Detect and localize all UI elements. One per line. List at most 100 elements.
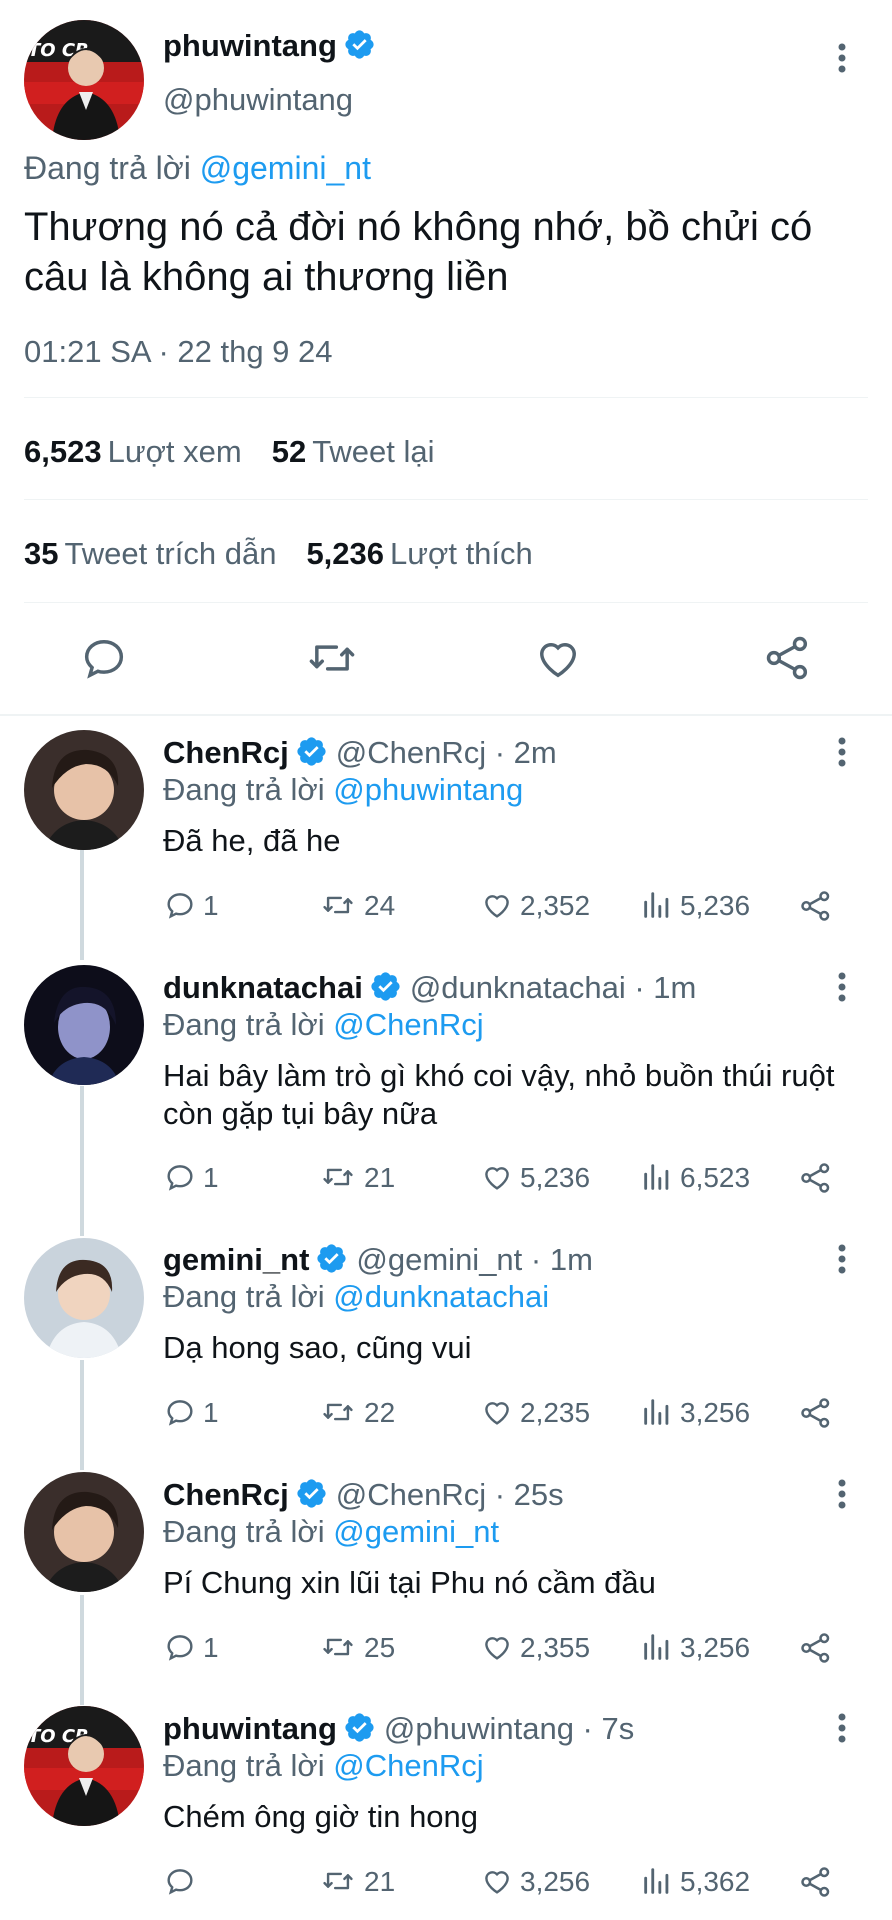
- retweets-stat[interactable]: 52 Tweet lại: [272, 434, 435, 469]
- like-action[interactable]: 5,236: [480, 1160, 590, 1194]
- avatar-dunknatachai[interactable]: [24, 965, 144, 1085]
- reply-count: 1: [203, 890, 219, 921]
- thread-line: [80, 1360, 84, 1470]
- views-action[interactable]: 5,236: [640, 888, 750, 922]
- reply-author-handle[interactable]: @ChenRcj · 2m: [336, 735, 557, 770]
- avatar-gemini-nt[interactable]: [24, 1238, 144, 1358]
- reply-author-handle[interactable]: @phuwintang · 7s: [384, 1711, 634, 1746]
- replying-to: Đang trả lời @phuwintang: [163, 772, 524, 807]
- tweet-text: Thương nó cả đời nó không nhớ, bồ chửi c…: [24, 205, 813, 299]
- replying-to-link[interactable]: @ChenRcj: [333, 1007, 483, 1042]
- reply-action[interactable]: [163, 1864, 203, 1898]
- views-count: 6,523: [680, 1162, 751, 1193]
- like-action[interactable]: 2,352: [480, 888, 590, 922]
- reply-author-handle[interactable]: @dunknatachai · 1m: [410, 970, 697, 1005]
- reply-action[interactable]: 1: [163, 1160, 219, 1194]
- thread-line: [80, 1086, 84, 1236]
- reply-author-name[interactable]: gemini_nt: [163, 1242, 309, 1277]
- retweet-action[interactable]: 21: [318, 1864, 395, 1898]
- reply-header: ChenRcj @ChenRcj · 2m: [163, 735, 557, 771]
- retweet-action[interactable]: 22: [318, 1395, 395, 1429]
- retweet-count: 22: [364, 1397, 396, 1428]
- reply-author-handle[interactable]: @gemini_nt · 1m: [356, 1242, 593, 1277]
- like-count: 2,352: [520, 890, 591, 921]
- views-stat[interactable]: 6,523 Lượt xem: [24, 434, 242, 469]
- reply-header: phuwintang @phuwintang · 7s: [163, 1711, 634, 1747]
- thread-line: [80, 1595, 84, 1705]
- views-count: 3,256: [680, 1632, 751, 1663]
- views-count: 5,362: [680, 1866, 751, 1897]
- reply-author-name[interactable]: ChenRcj: [163, 1477, 289, 1512]
- reply-author-name[interactable]: phuwintang: [163, 1711, 337, 1746]
- avatar-phuwintang[interactable]: TO CR: [24, 20, 144, 140]
- more-options-icon[interactable]: [832, 1476, 852, 1516]
- like-action[interactable]: 3,256: [480, 1864, 590, 1898]
- reply-author-name[interactable]: ChenRcj: [163, 735, 289, 770]
- like-count: 3,256: [520, 1866, 591, 1897]
- reply-text: Đã he, đã he: [163, 823, 341, 858]
- like-count: 5,236: [520, 1162, 591, 1193]
- reply-icon[interactable]: [78, 632, 130, 684]
- section-divider: [0, 714, 892, 716]
- retweet-action[interactable]: 24: [318, 888, 395, 922]
- like-action[interactable]: 2,355: [480, 1630, 590, 1664]
- replying-to: Đang trả lời @gemini_nt: [163, 1514, 500, 1549]
- replying-to-link[interactable]: @dunknatachai: [333, 1279, 549, 1314]
- share-icon[interactable]: [798, 1395, 840, 1431]
- views-action[interactable]: 3,256: [640, 1395, 750, 1429]
- share-icon[interactable]: [798, 1630, 840, 1666]
- reply-header: gemini_nt @gemini_nt · 1m: [163, 1242, 593, 1278]
- verified-badge-icon: [295, 735, 328, 768]
- verified-badge-icon: [343, 1711, 376, 1744]
- replying-to: Đang trả lời @dunknatachai: [163, 1279, 550, 1314]
- more-options-icon[interactable]: [832, 1241, 852, 1281]
- reply-author-name[interactable]: dunknatachai: [163, 970, 363, 1005]
- like-action[interactable]: 2,235: [480, 1395, 590, 1429]
- avatar-chenrcj[interactable]: [24, 1472, 144, 1592]
- avatar-phuwintang[interactable]: TO CR: [24, 1706, 144, 1826]
- share-icon[interactable]: [798, 888, 840, 924]
- views-count: 5,236: [680, 890, 751, 921]
- more-options-icon[interactable]: [832, 1710, 852, 1750]
- retweet-action[interactable]: 21: [318, 1160, 395, 1194]
- likes-stat[interactable]: 5,236 Lượt thích: [306, 536, 532, 571]
- quotes-stat[interactable]: 35 Tweet trích dẫn: [24, 536, 276, 571]
- replying-to-link[interactable]: @gemini_nt: [333, 1514, 499, 1549]
- retweet-count: 25: [364, 1632, 396, 1663]
- replying-to-link[interactable]: @phuwintang: [333, 772, 523, 807]
- reply-action[interactable]: 1: [163, 1630, 219, 1664]
- divider: [24, 397, 868, 398]
- verified-badge-icon: [369, 970, 402, 1003]
- reply-header: ChenRcj @ChenRcj · 25s: [163, 1477, 564, 1513]
- replying-to-link[interactable]: @ChenRcj: [333, 1748, 483, 1783]
- retweet-icon[interactable]: [306, 632, 358, 684]
- verified-badge-icon: [343, 28, 376, 61]
- reply-action[interactable]: 1: [163, 888, 219, 922]
- share-icon[interactable]: [798, 1864, 840, 1900]
- views-action[interactable]: 6,523: [640, 1160, 750, 1194]
- thread-line: [80, 850, 84, 960]
- views-action[interactable]: 5,362: [640, 1864, 750, 1898]
- avatar-chenrcj[interactable]: [24, 730, 144, 850]
- reply-action[interactable]: 1: [163, 1395, 219, 1429]
- more-options-icon[interactable]: [832, 734, 852, 774]
- more-options-icon[interactable]: [832, 40, 852, 80]
- tweet-timestamp[interactable]: 01:21 SA · 22 thg 9 24: [24, 334, 333, 370]
- reply-count: 1: [203, 1632, 219, 1663]
- retweet-count: 21: [364, 1162, 396, 1193]
- divider: [24, 499, 868, 500]
- reply-count: 1: [203, 1162, 219, 1193]
- retweet-action[interactable]: 25: [318, 1630, 395, 1664]
- views-action[interactable]: 3,256: [640, 1630, 750, 1664]
- like-count: 2,235: [520, 1397, 591, 1428]
- replying-to-link[interactable]: @gemini_nt: [200, 150, 371, 186]
- more-options-icon[interactable]: [832, 969, 852, 1009]
- like-icon[interactable]: [532, 632, 584, 684]
- reply-author-handle[interactable]: @ChenRcj · 25s: [336, 1477, 564, 1512]
- share-icon[interactable]: [798, 1160, 840, 1196]
- reply-text: Hai bây làm trò gì khó coi vậy, nhỏ buồn…: [163, 1058, 835, 1131]
- author-handle[interactable]: @phuwintang: [163, 82, 353, 118]
- author-name[interactable]: phuwintang: [163, 28, 376, 64]
- reply-text: Dạ hong sao, cũng vui: [163, 1330, 472, 1365]
- share-icon[interactable]: [762, 632, 814, 684]
